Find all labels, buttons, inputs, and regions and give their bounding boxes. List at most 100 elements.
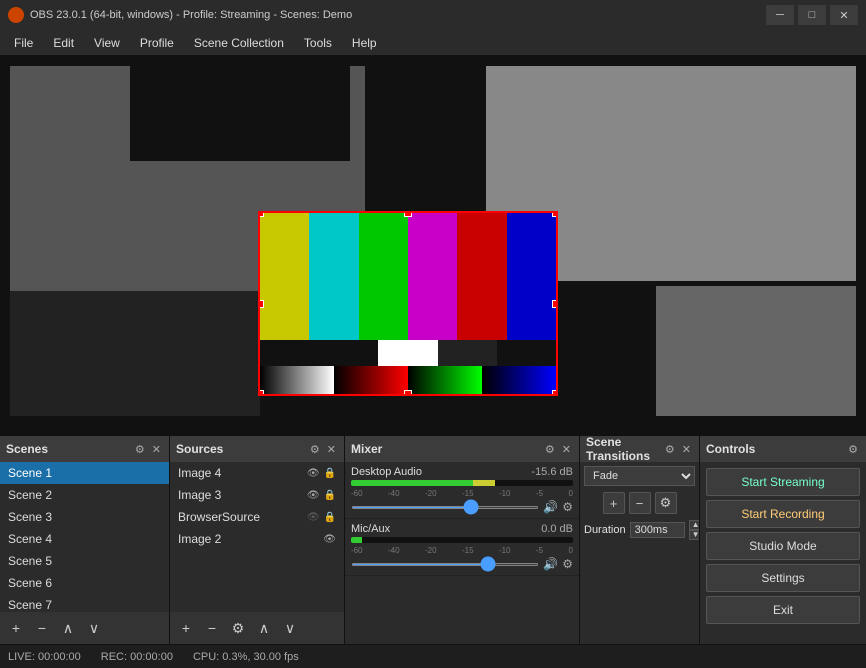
bar-magenta xyxy=(408,213,457,340)
handle-tc[interactable] xyxy=(404,211,412,217)
transitions-content: Fade Cut Swipe + − ⚙ Duration ▲ ▼ xyxy=(580,462,699,644)
source-eye-icon-browser[interactable]: 👁 xyxy=(307,512,320,523)
scene-item-6[interactable]: Scene 6 xyxy=(0,572,169,594)
add-transition-button[interactable]: + xyxy=(603,492,625,514)
scene-item-2[interactable]: Scene 2 xyxy=(0,484,169,506)
color-bars[interactable] xyxy=(258,211,558,396)
preview-canvas[interactable] xyxy=(0,56,866,434)
mic-label-15: -15 xyxy=(462,546,474,555)
remove-transition-button[interactable]: − xyxy=(629,492,651,514)
menu-help[interactable]: Help xyxy=(342,33,387,53)
transitions-close-icon[interactable]: ✕ xyxy=(680,443,693,456)
sources-title: Sources xyxy=(176,442,223,456)
scenes-close-icon[interactable]: ✕ xyxy=(150,443,163,456)
source-eye-icon-image3[interactable]: 👁 xyxy=(307,490,320,501)
preview-black-bottom xyxy=(10,291,260,416)
sources-config-icon[interactable]: ⚙ xyxy=(308,443,322,456)
handle-ml[interactable] xyxy=(258,300,264,308)
meter-green-desktop xyxy=(351,480,473,486)
start-recording-button[interactable]: Start Recording xyxy=(706,500,860,528)
mic-aux-mute-icon[interactable]: 🔊 xyxy=(543,557,558,571)
scenes-panel: Scenes ⚙ ✕ Scene 1 Scene 2 Scene 3 Scene… xyxy=(0,436,170,644)
source-item-image3[interactable]: Image 3 👁 🔒 xyxy=(170,484,344,506)
scene-item-5[interactable]: Scene 5 xyxy=(0,550,169,572)
remove-source-button[interactable]: − xyxy=(202,618,222,638)
handle-bl[interactable] xyxy=(258,390,264,396)
menu-view[interactable]: View xyxy=(84,33,130,53)
bottom-panels: Scenes ⚙ ✕ Scene 1 Scene 2 Scene 3 Scene… xyxy=(0,434,866,644)
move-scene-down-button[interactable]: ∨ xyxy=(84,618,104,638)
label-20: -20 xyxy=(425,489,437,498)
exit-button[interactable]: Exit xyxy=(706,596,860,624)
handle-tr[interactable] xyxy=(552,211,558,217)
close-button[interactable]: ✕ xyxy=(830,5,858,25)
duration-up-button[interactable]: ▲ xyxy=(689,520,699,530)
label-0: 0 xyxy=(568,489,572,498)
mic-aux-slider[interactable] xyxy=(351,563,539,566)
transition-type-select[interactable]: Fade Cut Swipe xyxy=(584,466,695,486)
desktop-audio-meter xyxy=(351,480,573,486)
source-item-image2[interactable]: Image 2 👁 xyxy=(170,528,344,550)
source-eye-icon-image2[interactable]: 👁 xyxy=(323,534,336,545)
scene-item-1[interactable]: Scene 1 xyxy=(0,462,169,484)
menu-profile[interactable]: Profile xyxy=(130,33,184,53)
transitions-config-icon[interactable]: ⚙ xyxy=(663,443,677,456)
sources-close-icon[interactable]: ✕ xyxy=(325,443,338,456)
mixer-config-icon[interactable]: ⚙ xyxy=(543,443,557,456)
window-title: OBS 23.0.1 (64-bit, windows) - Profile: … xyxy=(30,9,766,21)
menu-tools[interactable]: Tools xyxy=(294,33,342,53)
scene-item-3[interactable]: Scene 3 xyxy=(0,506,169,528)
start-streaming-button[interactable]: Start Streaming xyxy=(706,468,860,496)
source-lock-icon-browser[interactable]: 🔒 xyxy=(324,512,336,523)
transition-settings-button[interactable]: ⚙ xyxy=(655,492,677,514)
maximize-button[interactable]: □ xyxy=(798,5,826,25)
sources-header: Sources ⚙ ✕ xyxy=(170,436,344,462)
add-source-button[interactable]: + xyxy=(176,618,196,638)
studio-mode-button[interactable]: Studio Mode xyxy=(706,532,860,560)
move-scene-up-button[interactable]: ∧ xyxy=(58,618,78,638)
desktop-audio-settings-icon[interactable]: ⚙ xyxy=(562,500,573,514)
scene-item-4[interactable]: Scene 4 xyxy=(0,528,169,550)
source-icons-image2: 👁 xyxy=(323,534,336,545)
desktop-audio-mute-icon[interactable]: 🔊 xyxy=(543,500,558,514)
handle-tl[interactable] xyxy=(258,211,264,217)
mic-aux-meter xyxy=(351,537,573,543)
menu-file[interactable]: File xyxy=(4,33,43,53)
handle-mr[interactable] xyxy=(552,300,558,308)
meter-green-mic xyxy=(351,537,362,543)
duration-down-button[interactable]: ▼ xyxy=(689,530,699,540)
handle-br[interactable] xyxy=(552,390,558,396)
controls-buttons: Start Streaming Start Recording Studio M… xyxy=(700,462,866,630)
duration-input[interactable] xyxy=(630,522,685,538)
source-lock-icon-image4[interactable]: 🔒 xyxy=(324,468,336,479)
move-source-up-button[interactable]: ∧ xyxy=(254,618,274,638)
add-scene-button[interactable]: + xyxy=(6,618,26,638)
controls-header: Controls ⚙ xyxy=(700,436,866,462)
mixer-close-icon[interactable]: ✕ xyxy=(560,443,573,456)
source-item-image4[interactable]: Image 4 👁 🔒 xyxy=(170,462,344,484)
source-item-browsersource[interactable]: BrowserSource 👁 🔒 xyxy=(170,506,344,528)
mic-aux-settings-icon[interactable]: ⚙ xyxy=(562,557,573,571)
settings-button[interactable]: Settings xyxy=(706,564,860,592)
move-source-down-button[interactable]: ∨ xyxy=(280,618,300,638)
remove-scene-button[interactable]: − xyxy=(32,618,52,638)
scene-item-7[interactable]: Scene 7 xyxy=(0,594,169,612)
source-eye-icon-image4[interactable]: 👁 xyxy=(307,468,320,479)
sources-panel: Sources ⚙ ✕ Image 4 👁 🔒 Image 3 👁 🔒 xyxy=(170,436,345,644)
menu-edit[interactable]: Edit xyxy=(43,33,84,53)
mic-aux-footer-icons: 🔊 ⚙ xyxy=(543,557,573,571)
handle-bc[interactable] xyxy=(404,390,412,396)
controls-config-icon[interactable]: ⚙ xyxy=(846,443,860,456)
minimize-button[interactable]: ─ xyxy=(766,5,794,25)
source-label-image3: Image 3 xyxy=(178,488,221,502)
source-lock-icon-image3[interactable]: 🔒 xyxy=(324,490,336,501)
transitions-panel: Scene Transitions ⚙ ✕ Fade Cut Swipe + −… xyxy=(580,436,700,644)
source-settings-button[interactable]: ⚙ xyxy=(228,618,248,638)
menu-scene-collection[interactable]: Scene Collection xyxy=(184,33,294,53)
label-5: -5 xyxy=(536,489,543,498)
mic-aux-labels: -60 -40 -20 -15 -10 -5 0 xyxy=(351,546,573,555)
source-label-image2: Image 2 xyxy=(178,532,221,546)
mixer-header: Mixer ⚙ ✕ xyxy=(345,436,579,462)
scenes-config-icon[interactable]: ⚙ xyxy=(133,443,147,456)
desktop-audio-slider[interactable] xyxy=(351,506,539,509)
